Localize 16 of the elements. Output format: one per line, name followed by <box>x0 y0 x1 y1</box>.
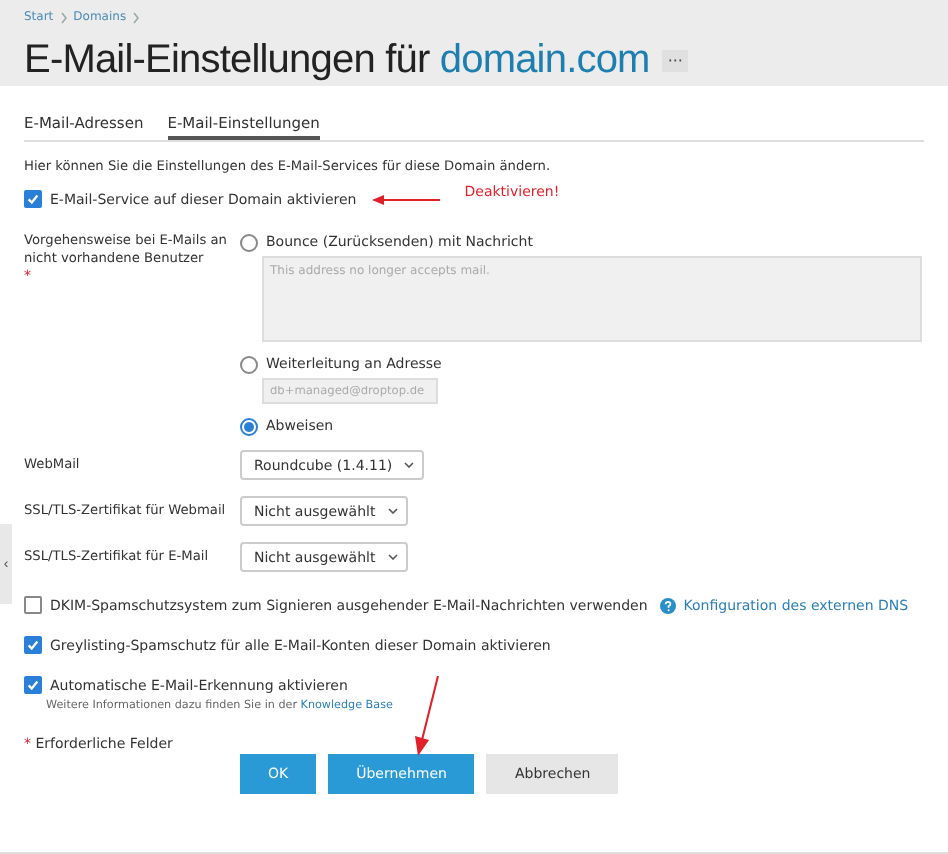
page-title: E-Mail-Einstellungen für domain.com <box>24 38 650 84</box>
help-icon <box>659 597 676 613</box>
more-button[interactable]: ··· <box>661 50 689 72</box>
annotation-arrow <box>372 193 441 205</box>
checkbox[interactable] <box>24 596 42 614</box>
caret-icon <box>387 508 398 514</box>
chevron-icon <box>59 11 68 23</box>
checkbox[interactable] <box>24 636 42 654</box>
radio-button[interactable] <box>240 233 258 251</box>
checkbox[interactable] <box>24 190 42 208</box>
checkbox[interactable] <box>24 676 42 694</box>
radio-button[interactable] <box>240 417 258 435</box>
chevron-icon <box>132 11 141 23</box>
caret-icon <box>387 554 398 560</box>
radio-button[interactable] <box>240 355 258 373</box>
caret-icon <box>404 462 415 468</box>
